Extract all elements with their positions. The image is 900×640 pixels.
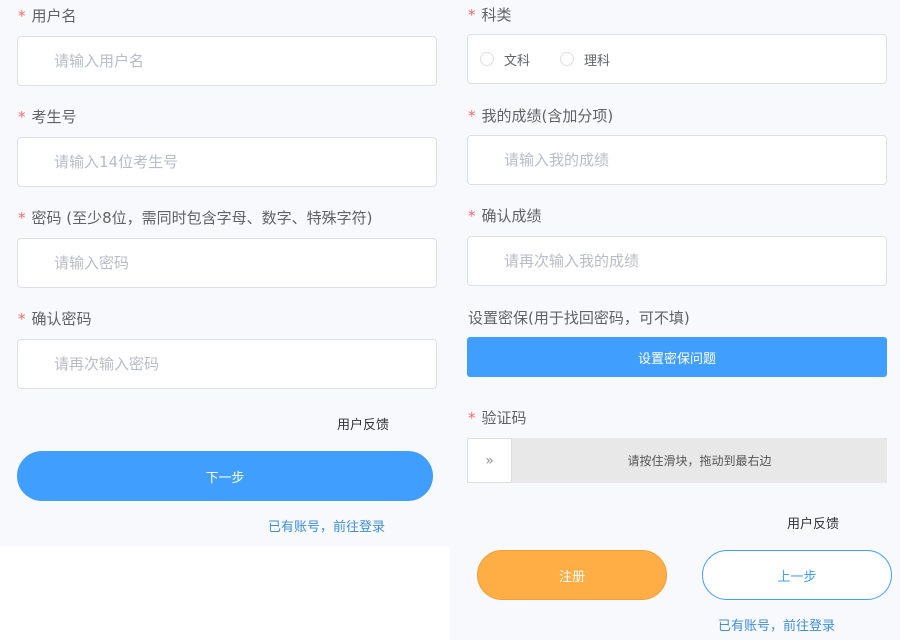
- login-link[interactable]: 已有账号，前往登录: [268, 516, 385, 535]
- username-field[interactable]: [17, 36, 437, 86]
- subject-radio-group: 文科 理科: [467, 34, 887, 84]
- radio-circle-icon: [480, 52, 494, 66]
- exam-no-label: * 考生号: [18, 108, 77, 126]
- register-button[interactable]: 注册: [477, 550, 667, 600]
- subject-radio-science[interactable]: 理科: [560, 50, 610, 69]
- captcha-label: * 验证码: [468, 409, 527, 427]
- password-field[interactable]: [17, 238, 437, 288]
- confirm-password-input[interactable]: [54, 355, 436, 373]
- username-input[interactable]: [54, 52, 436, 70]
- score-label: * 我的成绩(含加分项): [468, 107, 614, 125]
- confirm-password-field[interactable]: [17, 339, 437, 389]
- confirm-score-input[interactable]: [504, 252, 886, 270]
- login-link[interactable]: 已有账号，前往登录: [718, 615, 835, 634]
- next-step-button[interactable]: 下一步: [17, 451, 433, 501]
- username-label: * 用户名: [18, 7, 77, 25]
- prev-step-button[interactable]: 上一步: [702, 550, 892, 600]
- subject-label: * 科类: [468, 6, 512, 24]
- score-input[interactable]: [504, 151, 886, 169]
- subject-radio-arts[interactable]: 文科: [480, 50, 530, 69]
- slider-handle-chevron-icon[interactable]: »: [467, 438, 512, 483]
- exam-no-field[interactable]: [17, 137, 437, 187]
- slider-hint: 请按住滑块，拖动到最右边: [627, 454, 772, 468]
- score-field[interactable]: [467, 135, 887, 185]
- confirm-score-label: * 确认成绩: [468, 207, 542, 225]
- feedback-link[interactable]: 用户反馈: [787, 513, 839, 532]
- set-security-question-button[interactable]: 设置密保问题: [467, 337, 887, 377]
- radio-circle-icon: [560, 52, 575, 66]
- registration-step1-panel: *用户名 *考生号 *密码 (至少8位，需同时包含字母、数字、特殊字符) *确认…: [0, 0, 450, 546]
- password-input[interactable]: [54, 254, 436, 272]
- password-label: * 密码 (至少8位，需同时包含字母、数字、特殊字符): [18, 209, 373, 227]
- confirm-score-field[interactable]: [467, 236, 887, 286]
- registration-step2-panel: *科类 文科 理科 *我的成绩(含加分项) *确认成绩 设置密保(用于找回密码，…: [450, 0, 900, 640]
- captcha-slider: » 请按住滑块，拖动到最右边: [467, 438, 887, 483]
- security-label: 设置密保(用于找回密码，可不填): [468, 309, 690, 327]
- confirm-password-label: * 确认密码: [18, 310, 92, 328]
- exam-no-input[interactable]: [54, 153, 436, 171]
- feedback-link[interactable]: 用户反馈: [337, 414, 389, 433]
